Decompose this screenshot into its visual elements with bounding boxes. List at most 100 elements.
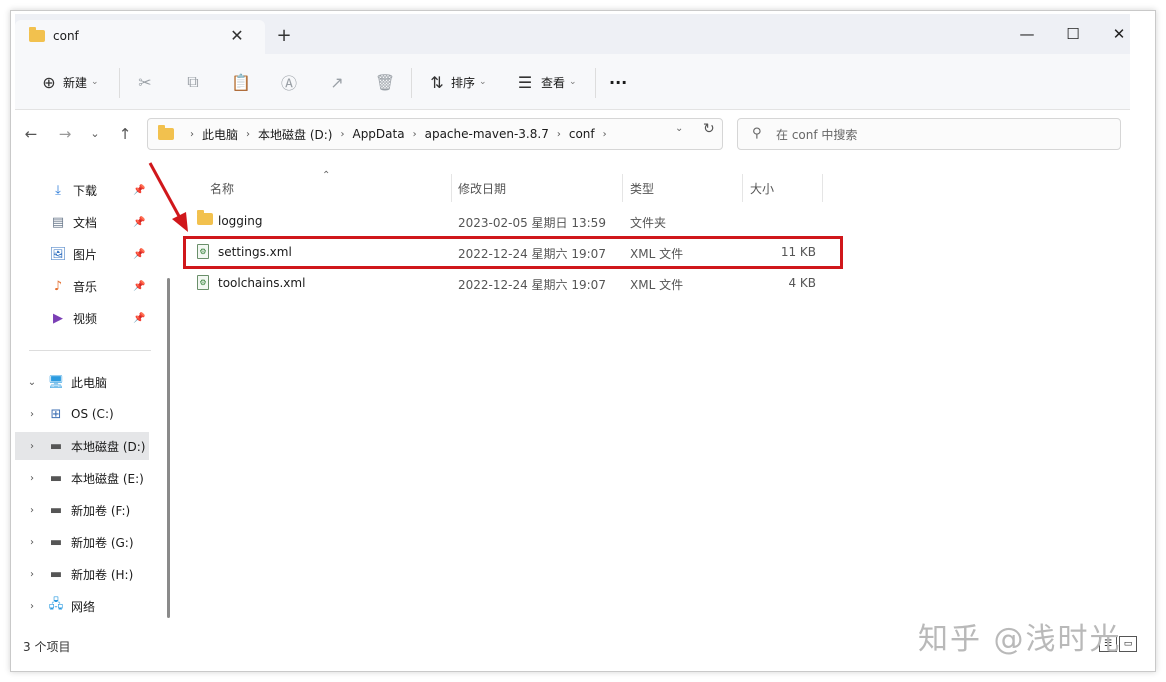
sidebar-scrollbar[interactable] — [167, 278, 170, 618]
recent-chevron-icon[interactable]: ⌄ — [83, 122, 107, 146]
sidebar-item-drive-c[interactable]: › ⊞ OS (C:) — [15, 400, 149, 428]
chevron-right-icon[interactable]: › — [246, 129, 250, 140]
column-divider[interactable] — [622, 174, 623, 202]
title-bar: conf ✕ + — ☐ ✕ — [15, 14, 1130, 54]
breadcrumb-this-pc[interactable]: 此电脑 — [202, 126, 238, 143]
scissors-icon: ✂ — [138, 72, 152, 92]
sidebar-item-downloads[interactable]: ⤓ 下载 📌 — [15, 176, 149, 204]
pin-icon[interactable]: 📌 — [133, 313, 145, 324]
sidebar-item-label: OS (C:) — [71, 407, 114, 421]
column-header-type[interactable]: 类型 — [630, 180, 654, 197]
rename-icon: Ⓐ — [280, 74, 297, 93]
sidebar-item-label: 此电脑 — [71, 375, 108, 390]
refresh-icon[interactable]: ↻ — [703, 121, 715, 137]
search-input[interactable] — [776, 125, 1106, 145]
minimize-button[interactable]: — — [1005, 20, 1049, 48]
chevron-right-icon[interactable]: › — [25, 601, 39, 612]
new-button[interactable]: ⊕ 新建 ⌄ — [37, 68, 99, 96]
sort-button[interactable]: ⇅ 排序 ⌄ — [425, 68, 486, 96]
pin-icon[interactable]: 📌 — [133, 249, 145, 260]
column-header-name[interactable]: 名称 — [210, 180, 234, 197]
sidebar-item-drive-e[interactable]: › ▬ 本地磁盘 (E:) — [15, 464, 149, 492]
breadcrumb-drive-d[interactable]: 本地磁盘 (D:) — [258, 126, 332, 143]
new-tab-button[interactable]: + — [273, 26, 295, 48]
sort-label: 排序 — [451, 75, 476, 90]
sort-icon: ⇅ — [430, 72, 444, 92]
sidebar-item-pictures[interactable]: 🖼 图片 📌 — [15, 240, 149, 268]
chevron-right-icon[interactable]: › — [413, 129, 417, 140]
rename-button[interactable]: Ⓐ — [277, 68, 301, 96]
command-bar: ⊕ 新建 ⌄ ✂ ⧉ 📋 Ⓐ ↗ 🗑 ⇅ 排序 ⌄ ☰ 查看 ⌄ ··· — [15, 54, 1130, 110]
chevron-right-icon[interactable]: › — [603, 129, 607, 140]
chevron-right-icon[interactable]: › — [25, 505, 39, 516]
chevron-right-icon[interactable]: › — [190, 129, 194, 140]
view-button[interactable]: ☰ 查看 ⌄ — [513, 68, 577, 96]
back-arrow-icon[interactable]: ← — [19, 122, 43, 146]
chevron-right-icon[interactable]: › — [25, 409, 39, 420]
share-button[interactable]: ↗ — [325, 68, 349, 96]
breadcrumb-conf[interactable]: conf — [569, 127, 595, 141]
column-divider[interactable] — [451, 174, 452, 202]
highlight-box — [183, 236, 843, 269]
sidebar-item-documents[interactable]: ▤ 文档 📌 — [15, 208, 149, 236]
video-icon: ▶ — [53, 310, 63, 326]
sort-ascending-icon: ⌃ — [322, 170, 331, 181]
pin-icon[interactable]: 📌 — [133, 185, 145, 196]
address-bar[interactable]: › 此电脑 › 本地磁盘 (D:) › AppData › apache-mav… — [147, 118, 723, 150]
sidebar-item-drive-d[interactable]: › ▬ 本地磁盘 (D:) — [15, 432, 149, 460]
forward-arrow-icon[interactable]: → — [53, 122, 77, 146]
tiles-view-icon[interactable]: ▭ — [1119, 636, 1137, 652]
chevron-down-icon: ⌄ — [91, 77, 99, 87]
delete-button[interactable]: 🗑 — [373, 68, 397, 96]
picture-icon: 🖼 — [49, 246, 67, 262]
address-dropdown-icon[interactable]: ⌄ — [675, 123, 683, 134]
column-divider[interactable] — [822, 174, 823, 202]
document-icon: ▤ — [51, 214, 65, 230]
chevron-down-icon[interactable]: ⌄ — [25, 377, 39, 388]
pin-icon[interactable]: 📌 — [133, 217, 145, 228]
network-icon: 🖧 — [48, 597, 64, 612]
sidebar-item-label: 音乐 — [73, 279, 98, 294]
tab-conf[interactable]: conf ✕ — [15, 20, 265, 54]
close-tab-icon[interactable]: ✕ — [227, 26, 247, 46]
breadcrumb-maven[interactable]: apache-maven-3.8.7 — [425, 127, 549, 141]
sidebar-item-drive-h[interactable]: › ▬ 新加卷 (H:) — [15, 560, 149, 588]
column-header-modified[interactable]: 修改日期 — [458, 180, 506, 197]
chevron-down-icon: ⌄ — [569, 77, 577, 87]
pin-icon[interactable]: 📌 — [133, 281, 145, 292]
file-row-logging[interactable]: logging 2023-02-05 星期日 13:59 文件夹 — [185, 206, 825, 236]
column-header-size[interactable]: 大小 — [750, 180, 774, 197]
file-modified: 2023-02-05 星期日 13:59 — [458, 216, 606, 230]
file-list: ⌃ 名称 修改日期 类型 大小 logging 2023-02-05 星期日 1… — [175, 158, 1130, 628]
chevron-right-icon[interactable]: › — [25, 441, 39, 452]
sidebar-item-videos[interactable]: ▶ 视频 📌 — [15, 304, 149, 332]
toolbar-divider — [119, 68, 120, 98]
maximize-button[interactable]: ☐ — [1051, 20, 1095, 48]
chevron-right-icon[interactable]: › — [25, 537, 39, 548]
folder-icon — [197, 210, 213, 225]
column-divider[interactable] — [742, 174, 743, 202]
breadcrumb-appdata[interactable]: AppData — [352, 127, 404, 141]
sidebar-item-drive-f[interactable]: › ▬ 新加卷 (F:) — [15, 496, 149, 524]
trash-icon: 🗑 — [374, 72, 396, 92]
chevron-right-icon[interactable]: › — [557, 129, 561, 140]
sidebar-item-music[interactable]: ♪ 音乐 📌 — [15, 272, 149, 300]
sidebar-item-network[interactable]: › 🖧 网络 — [15, 592, 149, 620]
paste-button[interactable]: 📋 — [229, 68, 253, 96]
file-row-toolchains[interactable]: ⚙ toolchains.xml 2022-12-24 星期六 19:07 XM… — [185, 268, 825, 298]
more-options-button[interactable]: ··· — [609, 68, 627, 96]
copy-button[interactable]: ⧉ — [181, 68, 205, 96]
sidebar-item-this-pc[interactable]: ⌄ 🖥 此电脑 — [15, 368, 149, 396]
up-arrow-icon[interactable]: ↑ — [113, 122, 137, 146]
search-box[interactable]: ⚲ — [737, 118, 1121, 150]
chevron-right-icon[interactable]: › — [340, 129, 344, 140]
toolbar-divider — [595, 68, 596, 98]
copy-icon: ⧉ — [187, 72, 199, 91]
view-label: 查看 — [541, 75, 566, 90]
chevron-right-icon[interactable]: › — [25, 473, 39, 484]
sidebar-item-drive-g[interactable]: › ▬ 新加卷 (G:) — [15, 528, 149, 556]
chevron-right-icon[interactable]: › — [25, 569, 39, 580]
sidebar-item-label: 新加卷 (F:) — [71, 503, 131, 518]
close-window-button[interactable]: ✕ — [1097, 20, 1141, 48]
cut-button[interactable]: ✂ — [133, 68, 157, 96]
